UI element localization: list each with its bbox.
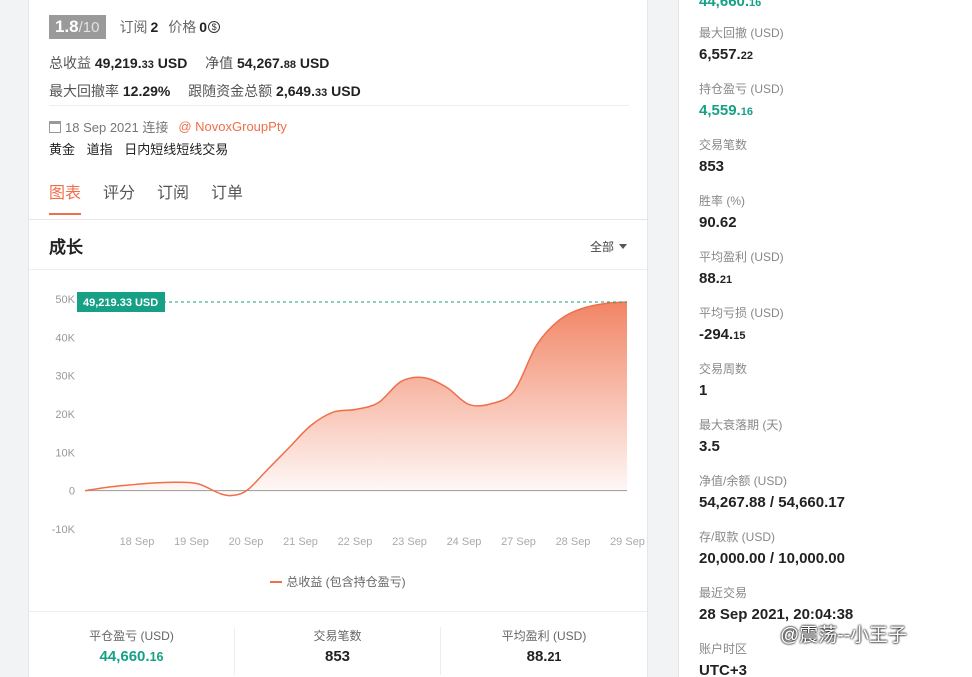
side-stat-value: 54,267.88 / 54,660.17 (699, 494, 845, 511)
side-stat-value-int: 88. (699, 270, 720, 287)
x-tick-label: 29 Sep (610, 536, 645, 548)
side-stat: 最近交易 28 Sep 2021, 20:04:38 (699, 584, 853, 623)
summary-label: 平均盈利 (USD) (501, 629, 587, 643)
side-stat-value-dec: 16 (740, 106, 753, 118)
side-stat: 交易周数 1 (699, 360, 747, 399)
side-stat-value: 853 (699, 158, 747, 175)
y-tick-label: 10K (55, 447, 75, 459)
side-stat: 平均盈利 (USD) 88.21 (699, 248, 784, 287)
side-stat-label: 胜率 (%) (699, 194, 745, 208)
x-tick-label: 21 Sep (283, 536, 318, 548)
side-stat-value: 4,559.16 (699, 102, 784, 119)
y-tick-label: 20K (55, 409, 75, 421)
side-stat-label: 交易笔数 (699, 138, 748, 152)
side-stat: 持仓盈亏 (USD) 4,559.16 (699, 80, 784, 119)
y-axis: 50K 40K 30K 20K 10K 0 -10K (52, 294, 76, 536)
growth-chart: 50K 40K 30K 20K 10K 0 -10K 18 Sep 19 Sep 20 Sep 2… (52, 291, 645, 548)
stats-sidebar: 44,660.16 最大回撤 (USD) 6,557.22 持仓盈亏 (USD) 4,… (678, 0, 972, 677)
side-stat-value-int: 853 (699, 158, 725, 175)
summary-cell: 交易笔数 853 (235, 627, 441, 675)
side-value: 44,660.16 (699, 0, 761, 10)
summary-label: 平仓盈亏 (USD) (89, 629, 174, 643)
side-stat-label: 持仓盈亏 (USD) (699, 82, 784, 96)
value-badge-text: 49,219.33 USD (83, 297, 158, 309)
side-top-value: 44,660.16 (699, 0, 761, 10)
y-tick-label: 0 (69, 486, 75, 498)
side-stat-label: 平均亏损 (USD) (699, 306, 784, 320)
side-stat-value: 3.5 (699, 438, 782, 455)
summary-value: 88.21 (441, 648, 647, 665)
y-tick-label: 40K (55, 332, 75, 344)
x-tick-label: 19 Sep (174, 536, 209, 548)
x-axis: 18 Sep 19 Sep 20 Sep 21 Sep 22 Sep 23 Sep 24 S… (120, 536, 645, 548)
side-stat: 平均亏损 (USD) -294.15 (699, 304, 784, 343)
side-stat: 胜率 (%) 90.62 (699, 192, 745, 231)
x-tick-label: 24 Sep (447, 536, 482, 548)
side-stat-value: 88.21 (699, 270, 784, 287)
summary-row: 平仓盈亏 (USD) 44,660.16 交易笔数 853 平均盈利 (USD)… (29, 627, 647, 675)
side-stat-value-int: 20,000.00 / 10,000.00 (699, 550, 845, 567)
summary-value-dec: 16 (149, 650, 164, 664)
side-stat: 账户时区 UTC+3 (699, 640, 747, 677)
x-tick-label: 23 Sep (392, 536, 427, 548)
side-stat-label: 平均盈利 (USD) (699, 250, 784, 264)
side-stat-value: UTC+3 (699, 662, 747, 677)
summary-cell: 平仓盈亏 (USD) 44,660.16 (29, 627, 235, 675)
side-stat-value: 6,557.22 (699, 46, 784, 63)
summary-value: 44,660.16 (29, 648, 234, 665)
side-stat-label: 最近交易 (699, 586, 748, 600)
side-stat-label: 存/取款 (USD) (699, 530, 775, 544)
side-stat-label: 净值/余额 (USD) (699, 474, 787, 488)
summary-cell: 平均盈利 (USD) 88.21 (441, 627, 647, 675)
area-fill (85, 301, 627, 496)
side-stat-label: 账户时区 (699, 642, 748, 656)
side-stat: 交易笔数 853 (699, 136, 747, 175)
side-stat-value-int: -294. (699, 326, 734, 343)
side-stat-value-dec: 15 (733, 330, 746, 342)
x-tick-label: 28 Sep (556, 536, 591, 548)
chart-legend[interactable]: 总收益 (包含持仓盈亏) (29, 573, 647, 590)
x-tick-label: 27 Sep (501, 536, 536, 548)
side-stat-value: 20,000.00 / 10,000.00 (699, 550, 845, 567)
legend-swatch (270, 581, 283, 583)
y-tick-label: 50K (55, 294, 75, 306)
x-tick-label: 20 Sep (229, 536, 264, 548)
side-stat-label: 最大衰落期 (天) (699, 418, 783, 432)
x-tick-label: 22 Sep (338, 536, 373, 548)
side-stat-value-int: 1 (699, 382, 708, 399)
side-stat-label: 交易周数 (699, 362, 748, 376)
side-stat-label: 最大回撤 (USD) (699, 26, 784, 40)
side-stat-value-int: 3.5 (699, 438, 720, 455)
watermark: @震荡--小王子 (780, 625, 907, 646)
side-value-int: 44,660. (699, 0, 750, 10)
side-stat-value-int: 90.62 (699, 214, 737, 231)
summary-value-int: 853 (324, 648, 351, 665)
legend-label: 总收益 (包含持仓盈亏) (286, 575, 406, 589)
summary-value-int: 44,660. (99, 648, 150, 665)
x-tick-label: 18 Sep (120, 536, 155, 548)
side-stat: 最大衰落期 (天) 3.5 (699, 416, 782, 455)
side-stat-value-int: 6,557. (699, 46, 741, 63)
side-stat-value-dec: 22 (740, 50, 753, 62)
page: 1.8/10 订阅 2 价格 0 $ 总收益 49,219.33 USD 净值 … (0, 0, 972, 677)
side-stat-value: -294.15 (699, 326, 784, 343)
side-stat-value: 1 (699, 382, 747, 399)
side-stat-value: 90.62 (699, 214, 745, 231)
y-tick-label: 30K (55, 371, 75, 383)
side-stat-value-int: 54,267.88 / 54,660.17 (699, 494, 845, 511)
summary-label: 交易笔数 (313, 629, 362, 643)
summary-value: 853 (235, 648, 440, 665)
strategy-card: 1.8/10 订阅 2 价格 0 $ 总收益 49,219.33 USD 净值 … (28, 0, 648, 677)
side-value-dec: 16 (749, 0, 762, 9)
summary-value-dec: 21 (547, 650, 562, 664)
side-stat-value-dec: 21 (719, 274, 733, 286)
side-stat: 净值/余额 (USD) 54,267.88 / 54,660.17 (699, 472, 845, 511)
y-tick-label: -10K (52, 524, 76, 536)
summary-value-int: 88. (526, 648, 548, 665)
side-stat-value-int: 4,559. (699, 102, 741, 119)
side-stat: 最大回撤 (USD) 6,557.22 (699, 24, 784, 63)
legend-divider (29, 611, 647, 612)
side-stat: 存/取款 (USD) 20,000.00 / 10,000.00 (699, 528, 845, 567)
side-stat-value-int: UTC+3 (699, 662, 747, 677)
